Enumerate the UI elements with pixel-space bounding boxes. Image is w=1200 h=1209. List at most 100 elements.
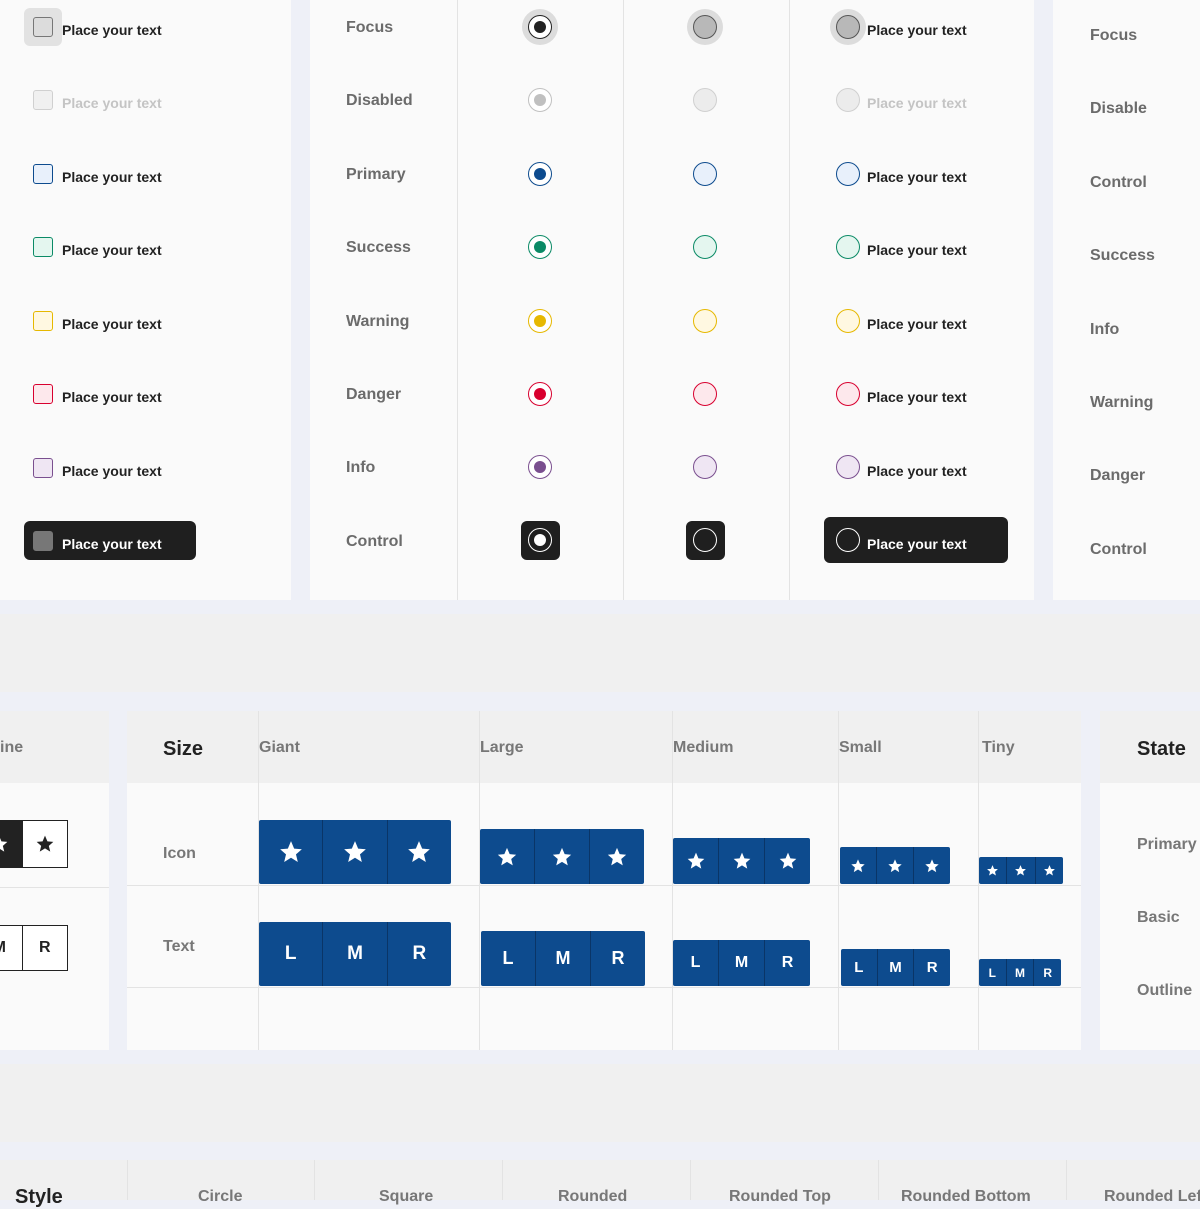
star-icon [497,847,517,865]
radio-unchecked-control[interactable] [693,528,717,552]
group-segment[interactable] [1036,857,1063,884]
group-segment[interactable] [323,820,388,884]
radio-label: Place your text [867,536,967,552]
group-segment-m[interactable]: M [536,931,591,986]
group-segment-l[interactable]: L [481,931,536,986]
icon-group-tiny[interactable] [979,857,1063,884]
group-segment[interactable] [23,821,68,867]
radio-dot [534,315,546,327]
checkbox-label: Place your text [62,242,162,258]
row-divider [127,987,1081,988]
group-segment-r[interactable]: R [914,949,950,986]
icon-group-giant[interactable] [259,820,451,884]
text-group-small[interactable]: L M R [841,949,950,986]
checkbox-focus[interactable] [33,17,53,37]
icon-group-small[interactable] [840,847,950,884]
column-divider [314,1160,315,1200]
checkbox-disabled [33,90,53,110]
star-icon [1015,865,1027,876]
radio-labeled-warning[interactable] [836,309,860,333]
icon-group-large[interactable] [480,829,644,884]
group-segment-m[interactable]: M [878,949,915,986]
radio-unchecked-success[interactable] [693,235,717,259]
group-segment[interactable] [480,829,535,884]
group-segment[interactable] [0,821,23,867]
group-segment-r[interactable]: R [765,940,810,986]
group-segment[interactable] [877,847,914,884]
checkbox-info[interactable] [33,458,53,478]
group-segment-l[interactable]: L [259,922,324,986]
text-group-giant[interactable]: L M R [259,922,451,986]
group-segment[interactable] [840,847,877,884]
state-header: State [1137,738,1186,760]
row-label-disabled: Disabled [346,92,413,109]
group-segment-l[interactable]: L [979,959,1007,986]
checkbox-primary[interactable] [33,164,53,184]
column-divider [1066,1160,1067,1200]
group-segment-r[interactable]: R [591,931,645,986]
group-segment-r[interactable]: R [23,926,68,970]
outline-icon-group[interactable] [0,820,68,868]
radio-unchecked-info[interactable] [693,455,717,479]
state-item-primary: Primary [1137,836,1197,853]
radio-checked-info[interactable] [528,455,552,479]
radio-checked-focus[interactable] [528,15,552,39]
group-segment[interactable] [388,820,451,884]
radio-labeled-info[interactable] [836,455,860,479]
group-segment[interactable] [673,838,719,884]
star-icon [733,852,750,869]
row-label-info: Info [346,459,376,476]
radio-unchecked-danger[interactable] [693,382,717,406]
group-segment-m[interactable]: M [0,926,23,970]
radio-checked-control[interactable] [528,528,552,552]
group-segment-r[interactable]: R [1034,959,1061,986]
column-divider [789,0,790,600]
radio-labeled-success[interactable] [836,235,860,259]
column-header-medium: Medium [673,739,734,756]
group-segment-m[interactable]: M [719,940,765,986]
radio-checked-success[interactable] [528,235,552,259]
star-icon [779,852,796,869]
text-group-medium[interactable]: L M R [673,940,810,986]
icon-group-medium[interactable] [673,838,810,884]
checkbox-label: Place your text [62,169,162,185]
group-segment-m[interactable]: M [1007,959,1035,986]
group-segment-m[interactable]: M [323,922,388,986]
row-label-text: Text [163,938,195,955]
radio-labeled-control[interactable] [836,528,860,552]
checkbox-label: Place your text [62,95,162,111]
radio-unchecked-focus[interactable] [693,15,717,39]
group-segment[interactable] [259,820,324,884]
text-group-large[interactable]: L M R [481,931,645,986]
group-segment-r[interactable]: R [388,922,451,986]
checkbox-danger[interactable] [33,384,53,404]
style-header: Style [15,1186,63,1208]
text-group-tiny[interactable]: L M R [979,959,1061,986]
checkbox-success[interactable] [33,237,53,257]
radio-labeled-focus[interactable] [836,15,860,39]
column-header-rounded-left: Rounded Left [1104,1188,1200,1205]
star-icon [344,841,366,862]
radio-labeled-primary[interactable] [836,162,860,186]
group-segment[interactable] [914,847,950,884]
radio-unchecked-warning[interactable] [693,309,717,333]
outline-text-group[interactable]: M R [0,925,68,971]
group-segment[interactable] [719,838,765,884]
group-segment[interactable] [535,829,590,884]
radio-checked-primary[interactable] [528,162,552,186]
column-header-rounded: Rounded [558,1188,628,1205]
group-segment[interactable] [765,838,810,884]
radio-labeled-danger[interactable] [836,382,860,406]
group-segment-l[interactable]: L [841,949,878,986]
group-segment[interactable] [590,829,644,884]
radio-checked-warning[interactable] [528,309,552,333]
checkbox-control[interactable] [33,531,53,551]
row-divider [127,885,1081,886]
group-segment[interactable] [979,857,1008,884]
radio-unchecked-primary[interactable] [693,162,717,186]
group-segment-l[interactable]: L [673,940,719,986]
radio-checked-danger[interactable] [528,382,552,406]
group-segment[interactable] [1007,857,1036,884]
checkbox-warning[interactable] [33,311,53,331]
checkbox-label: Place your text [62,389,162,405]
